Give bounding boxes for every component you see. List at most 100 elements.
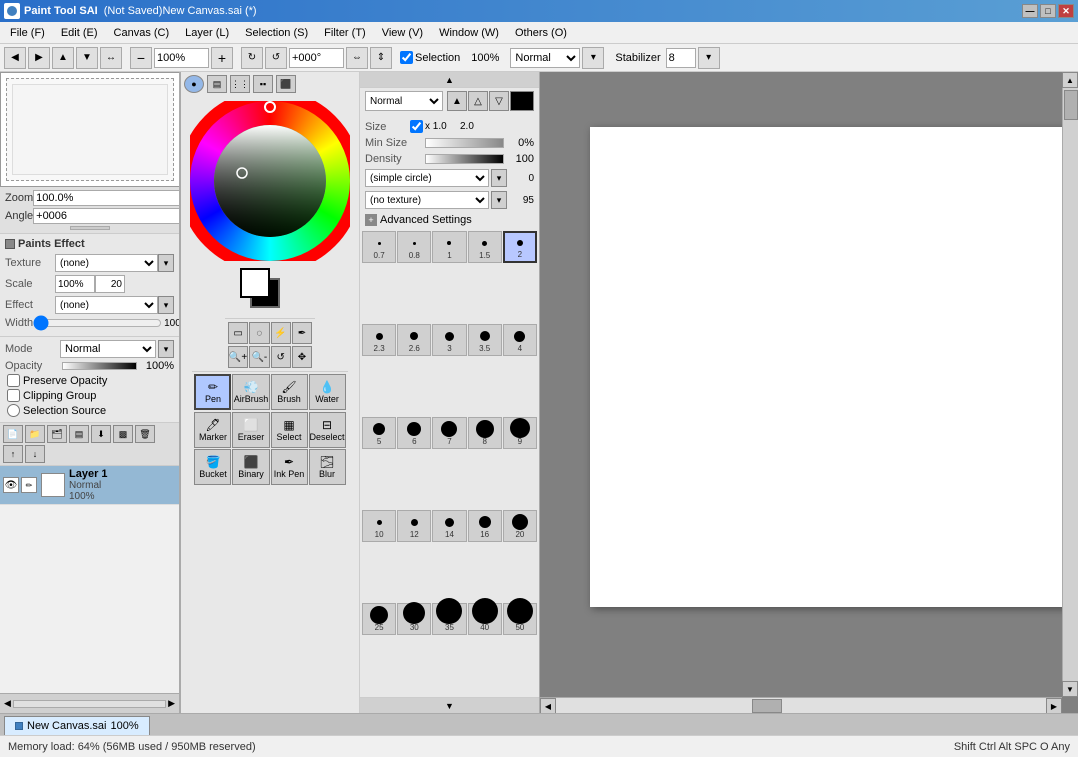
bucket-tool[interactable]: 🪣 Bucket — [194, 449, 231, 485]
hscroll-left-button[interactable]: ◀ — [540, 698, 556, 713]
menu-layer[interactable]: Layer (L) — [177, 25, 237, 41]
rotate-cw-button[interactable]: ↻ — [241, 47, 263, 69]
advanced-settings-toggle[interactable]: + Advanced Settings — [360, 211, 539, 229]
angle-value-input[interactable]: +0006 — [33, 208, 180, 224]
close-button[interactable]: ✕ — [1058, 4, 1074, 18]
nav-fit-button[interactable]: ↔ — [100, 47, 122, 69]
brush-preset-item[interactable]: 6 — [397, 417, 431, 449]
flip-h-button[interactable]: ⇔ — [346, 47, 368, 69]
effect-select[interactable]: (none) — [55, 296, 158, 314]
brush-shape-2[interactable]: △ — [468, 91, 488, 111]
fill-layer-button[interactable]: ▩ — [113, 425, 133, 443]
maximize-button[interactable]: □ — [1040, 4, 1056, 18]
brush-tool[interactable]: 🖌 Brush — [271, 374, 308, 410]
water-tool[interactable]: 💧 Water — [309, 374, 346, 410]
texture-dropdown[interactable]: ▾ — [158, 254, 174, 272]
lasso-select-tool[interactable]: ◌ — [249, 322, 269, 344]
minimize-button[interactable]: — — [1022, 4, 1038, 18]
color-wheel-container[interactable] — [190, 101, 350, 261]
drawing-canvas[interactable] — [590, 127, 1078, 607]
rotate-tool[interactable]: ↺ — [271, 346, 291, 368]
vscrollbar[interactable] — [1062, 88, 1078, 697]
color-wheel-btn[interactable]: ● — [184, 75, 204, 93]
rotation-input[interactable]: +000° — [289, 48, 344, 68]
brush-panel-scroll-up[interactable]: ▲ — [360, 72, 539, 88]
texture-brush-select[interactable]: (no texture) — [365, 191, 489, 209]
color-grid-btn[interactable]: ⋮⋮ — [230, 75, 250, 93]
shape-select[interactable]: (simple circle) — [365, 169, 489, 187]
color-slider-btn[interactable]: ▤ — [207, 75, 227, 93]
brush-preset-item[interactable]: 1 — [432, 231, 466, 263]
zoom-input[interactable]: 100% — [154, 48, 209, 68]
brush-preset-item[interactable]: 40 — [468, 603, 502, 635]
layer-lock-toggle[interactable]: ✏ — [21, 477, 37, 493]
brush-preset-item[interactable]: 4 — [503, 324, 537, 356]
clipping-group-checkbox[interactable] — [7, 389, 20, 402]
nav-next-button[interactable]: ▶ — [28, 47, 50, 69]
vscroll-thumb[interactable] — [1064, 90, 1078, 120]
color-wheel-svg[interactable] — [190, 101, 350, 261]
selection-source-radio[interactable] — [7, 404, 20, 417]
layer-visibility-toggle[interactable]: 👁 — [3, 477, 19, 493]
blend-mode-select[interactable]: Normal — [510, 48, 580, 68]
mode-select[interactable]: Normal — [60, 340, 156, 358]
nav-down-button[interactable]: ▼ — [76, 47, 98, 69]
brush-preset-item[interactable]: 0.8 — [397, 231, 431, 263]
merge-down-button[interactable]: ⬇ — [91, 425, 111, 443]
brush-preset-item[interactable]: 2.3 — [362, 324, 396, 356]
pen-select-tool[interactable]: ✒ — [292, 322, 312, 344]
hscrollbar[interactable]: ◀ ▶ — [540, 697, 1062, 713]
binary-tool[interactable]: ⬛ Binary — [232, 449, 269, 485]
selection-checkbox[interactable] — [400, 51, 413, 64]
blur-tool[interactable]: 🌫 Blur — [309, 449, 346, 485]
new-folder-button[interactable]: 📁 — [25, 425, 45, 443]
brush-preset-item[interactable]: 8 — [468, 417, 502, 449]
mode-dropdown[interactable]: ▾ — [158, 340, 174, 358]
menu-file[interactable]: File (F) — [2, 25, 53, 41]
brush-panel-scroll-down[interactable]: ▼ — [360, 697, 539, 713]
brush-preset-item[interactable]: 10 — [362, 510, 396, 542]
shape-dropdown[interactable]: ▾ — [491, 169, 507, 187]
canvas-tab[interactable]: New Canvas.sai 100% — [4, 716, 150, 735]
brush-preset-item[interactable]: 30 — [397, 603, 431, 635]
selection-checkbox-area[interactable]: Selection — [400, 51, 460, 64]
zoom-in-button[interactable]: + — [211, 47, 233, 69]
texture-select[interactable]: (none) — [55, 254, 158, 272]
brush-preset-item[interactable]: 1.5 — [468, 231, 502, 263]
zoom-value-input[interactable]: 100.0% — [33, 190, 180, 206]
menu-edit[interactable]: Edit (E) — [53, 25, 106, 41]
move-tool[interactable]: ✥ — [292, 346, 312, 368]
magic-wand-tool[interactable]: ⚡ — [271, 322, 291, 344]
brush-preset-item[interactable]: 0.7 — [362, 231, 396, 263]
menu-window[interactable]: Window (W) — [431, 25, 507, 41]
brush-preset-item[interactable]: 9 — [503, 417, 537, 449]
foreground-color-swatch[interactable] — [240, 268, 270, 298]
rotate-ccw-button[interactable]: ↺ — [265, 47, 287, 69]
brush-preset-item[interactable]: 20 — [503, 510, 537, 542]
brush-preset-item[interactable]: 2.6 — [397, 324, 431, 356]
brush-preset-item[interactable]: 12 — [397, 510, 431, 542]
layer-options-button[interactable]: ▤ — [69, 425, 89, 443]
width-slider[interactable] — [33, 317, 162, 329]
menu-filter[interactable]: Filter (T) — [316, 25, 374, 41]
scale-num[interactable] — [95, 275, 125, 293]
color-palette-btn[interactable]: ⬛ — [276, 75, 296, 93]
eraser-tool[interactable]: ⬜ Eraser — [232, 412, 269, 448]
menu-canvas[interactable]: Canvas (C) — [106, 25, 178, 41]
brush-shape-3[interactable]: ▽ — [489, 91, 509, 111]
blend-mode-btn[interactable]: ▾ — [582, 47, 604, 69]
color-swatch-btn[interactable]: ▪▪ — [253, 75, 273, 93]
brush-shape-1[interactable]: ▲ — [447, 91, 467, 111]
zoom-minus-tool[interactable]: 🔍- — [249, 346, 269, 368]
new-layer-button[interactable]: 📄 — [3, 425, 23, 443]
brush-preset-item[interactable]: 3 — [432, 324, 466, 356]
menu-view[interactable]: View (V) — [374, 25, 431, 41]
effect-dropdown[interactable]: ▾ — [158, 296, 174, 314]
zoom-plus-tool[interactable]: 🔍+ — [228, 346, 248, 368]
brush-preset-item[interactable]: 50 — [503, 603, 537, 635]
brush-preset-item[interactable]: 3.5 — [468, 324, 502, 356]
marker-tool[interactable]: 🖊 Marker — [194, 412, 231, 448]
rect-select-tool[interactable]: ▭ — [228, 322, 248, 344]
deselect-tool[interactable]: ⊟ Deselect — [309, 412, 346, 448]
stabilizer-input[interactable]: 8 — [666, 48, 696, 68]
